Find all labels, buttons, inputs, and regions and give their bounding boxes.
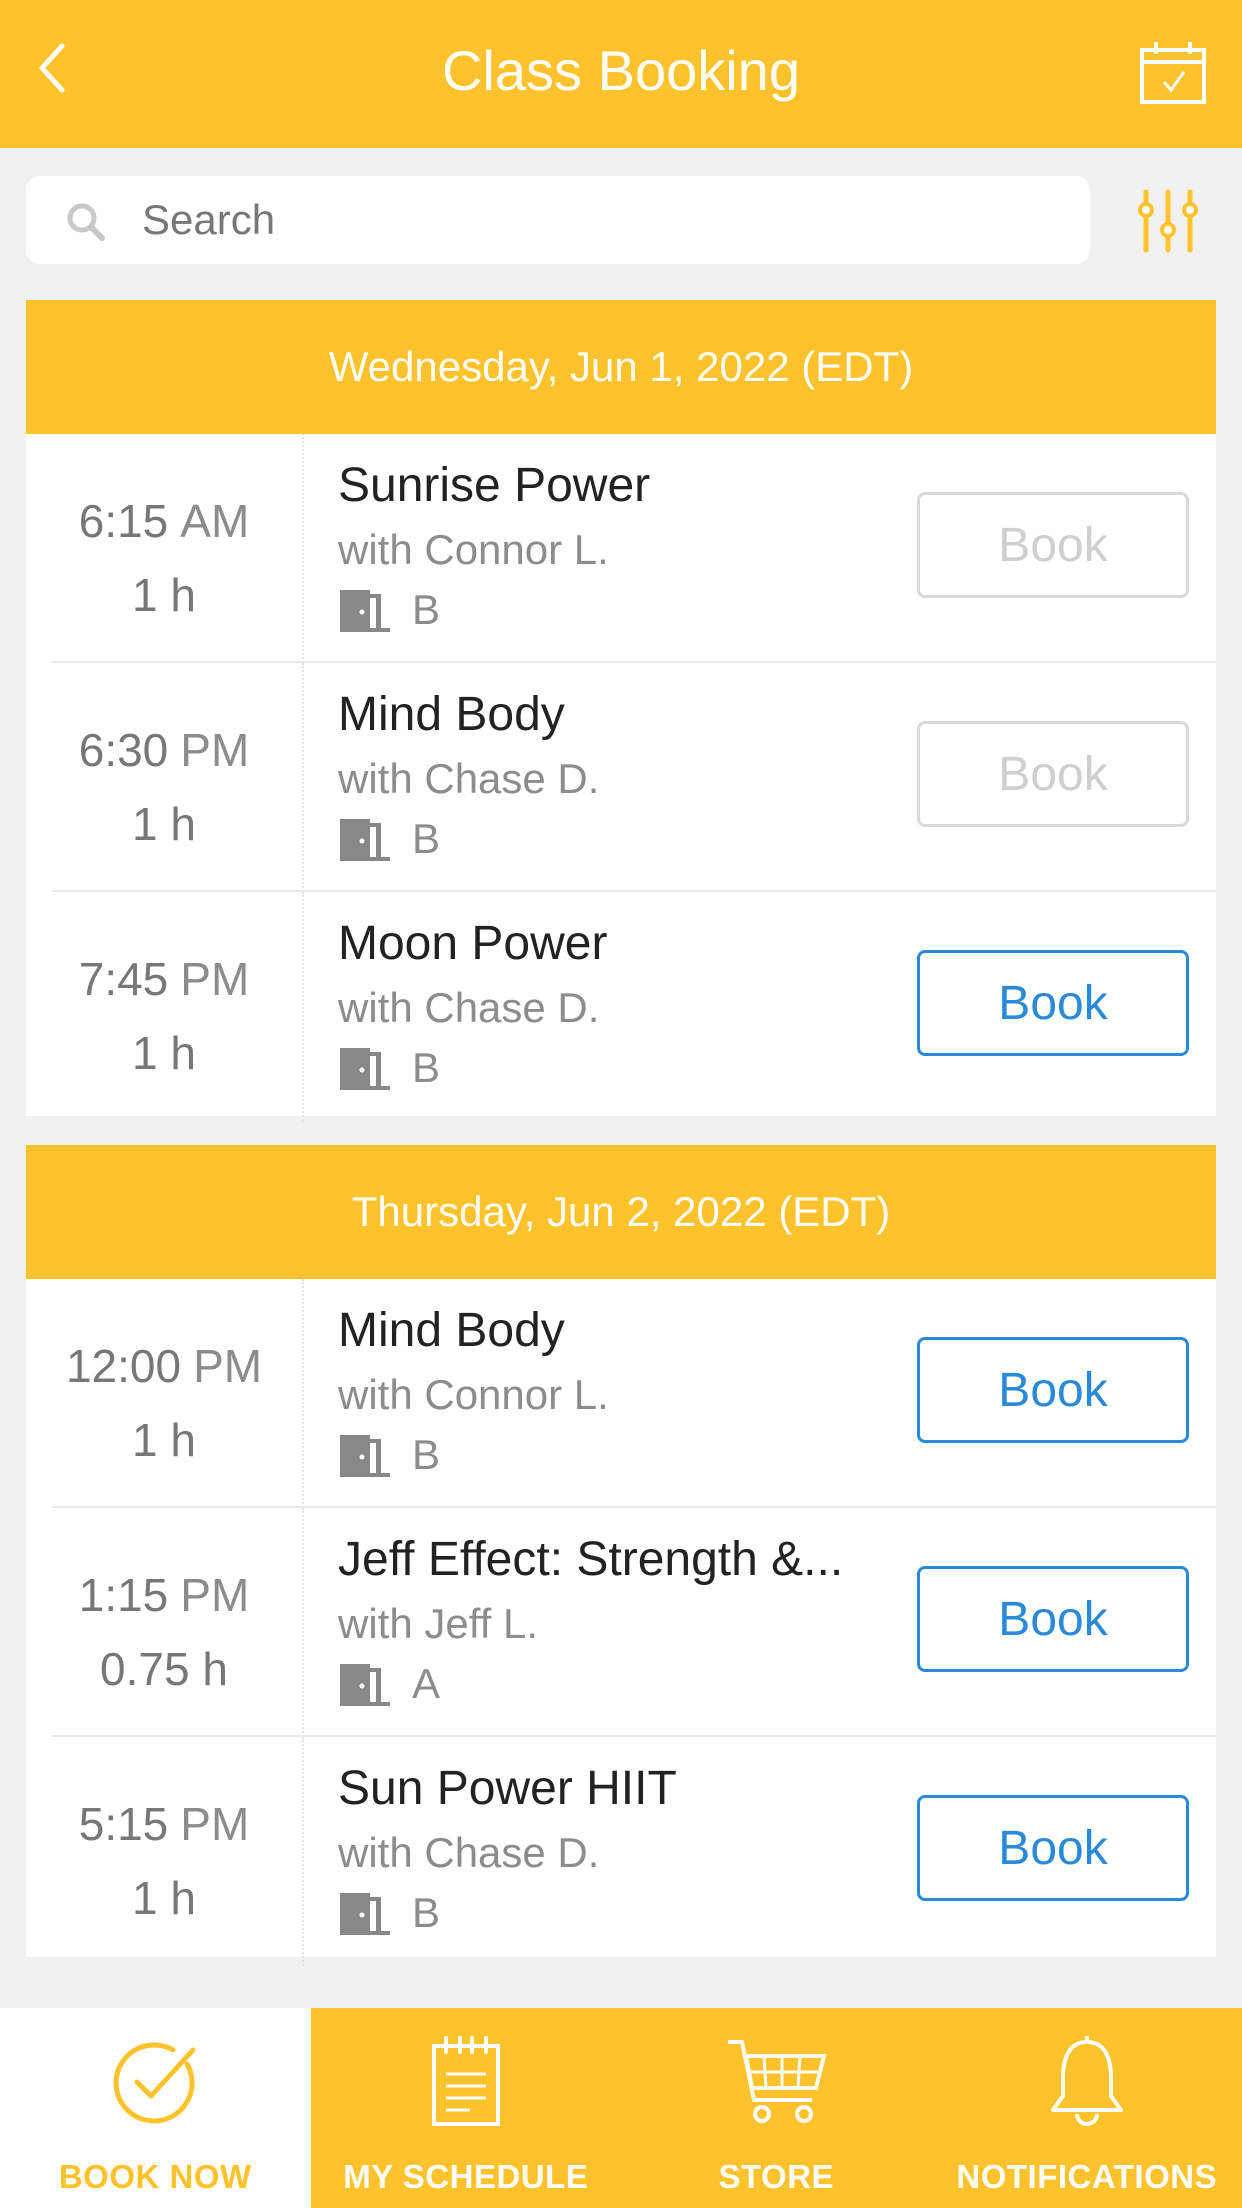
calendar-button[interactable] — [1138, 38, 1208, 108]
class-time: 5:15 PM 1 h — [26, 1787, 302, 1935]
class-time: 7:45 PM 1 h — [26, 942, 302, 1090]
instructor: with Chase D. — [338, 755, 600, 802]
class-row[interactable]: 6:15 AM 1 h Sunrise Power with Connor L. … — [26, 434, 1216, 663]
bottom-tab-bar: BOOK NOW MY SCHEDULE STORE NOTIFICATIONS — [0, 2008, 1242, 2208]
room-label: B — [412, 815, 441, 862]
divider — [302, 1737, 304, 1966]
class-name: Sunrise Power — [338, 459, 651, 512]
book-button[interactable]: Book — [917, 950, 1189, 1056]
room-label: B — [412, 1431, 441, 1478]
class-name: Sun Power HIIT — [338, 1762, 677, 1815]
instructor: with Chase D. — [338, 1829, 600, 1876]
search-bar — [26, 176, 1090, 264]
tab-book-now[interactable]: BOOK NOW — [0, 2008, 311, 2208]
start-time: 7:45 — [78, 953, 169, 1005]
calendar-check-icon — [1140, 42, 1206, 104]
room-label: B — [412, 1044, 441, 1091]
start-time: 6:30 — [78, 724, 169, 776]
tab-my-schedule[interactable]: MY SCHEDULE — [311, 2008, 622, 2208]
class-row[interactable]: 1:15 PM 0.75 h Jeff Effect: Strength &...… — [26, 1508, 1216, 1737]
start-time: 5:15 — [78, 1798, 169, 1850]
start-time: 12:00 — [65, 1340, 182, 1392]
class-row[interactable]: 7:45 PM 1 h Moon Power with Chase D. B Bo… — [26, 892, 1216, 1121]
am-pm: PM — [180, 1798, 250, 1850]
tab-label: BOOK NOW — [58, 2158, 252, 2195]
class-name: Jeff Effect: Strength &... — [338, 1533, 844, 1586]
class-time: 6:30 PM 1 h — [26, 713, 302, 861]
class-time: 12:00 PM 1 h — [26, 1329, 302, 1477]
header-bar: Class Booking — [0, 0, 1242, 148]
divider — [302, 892, 304, 1121]
am-pm: PM — [180, 953, 250, 1005]
room-label: B — [412, 1889, 441, 1936]
class-name: Mind Body — [338, 688, 565, 741]
divider — [302, 1508, 304, 1737]
door-icon — [340, 1048, 390, 1090]
filter-button[interactable] — [1136, 188, 1200, 254]
door-icon — [340, 819, 390, 861]
book-button[interactable]: Book — [917, 1795, 1189, 1901]
instructor: with Jeff L. — [338, 1600, 538, 1647]
schedule-icon — [431, 2036, 500, 2126]
day-section: Wednesday, Jun 1, 2022 (EDT) 6:15 AM 1 h … — [26, 300, 1216, 1121]
check-circle-icon — [113, 2042, 196, 2124]
duration: 1 h — [132, 1027, 196, 1079]
date-header: Wednesday, Jun 1, 2022 (EDT) — [26, 300, 1216, 434]
door-icon — [340, 1664, 390, 1706]
book-button[interactable]: Book — [917, 1566, 1189, 1672]
divider — [302, 663, 304, 892]
tab-label: MY SCHEDULE — [343, 2158, 589, 2195]
duration: 1 h — [132, 1872, 196, 1924]
class-time: 6:15 AM 1 h — [26, 484, 302, 632]
instructor: with Connor L. — [338, 1371, 609, 1418]
duration: 1 h — [132, 1414, 196, 1466]
book-button[interactable]: Book — [917, 1337, 1189, 1443]
am-pm: AM — [180, 495, 250, 547]
tab-store[interactable]: STORE — [621, 2008, 932, 2208]
class-row[interactable]: 5:15 PM 1 h Sun Power HIIT with Chase D. … — [26, 1737, 1216, 1966]
search-input[interactable] — [142, 176, 1062, 264]
bell-icon — [1050, 2036, 1123, 2126]
class-row[interactable]: 12:00 PM 1 h Mind Body with Connor L. B B… — [26, 1279, 1216, 1508]
search-icon — [67, 203, 105, 241]
class-name: Mind Body — [338, 1304, 565, 1357]
cart-icon — [728, 2040, 827, 2123]
date-header: Thursday, Jun 2, 2022 (EDT) — [26, 1145, 1216, 1279]
page-title: Class Booking — [442, 39, 800, 102]
divider — [302, 434, 304, 663]
class-time: 1:15 PM 0.75 h — [26, 1558, 302, 1706]
door-icon — [340, 1893, 390, 1935]
am-pm: PM — [180, 1569, 250, 1621]
am-pm: PM — [180, 724, 250, 776]
tab-label: STORE — [718, 2158, 835, 2195]
book-button[interactable]: Book — [917, 492, 1189, 598]
door-icon — [340, 1435, 390, 1477]
class-row[interactable]: 6:30 PM 1 h Mind Body with Chase D. B Boo… — [26, 663, 1216, 892]
divider — [302, 1279, 304, 1508]
tab-notifications[interactable]: NOTIFICATIONS — [932, 2008, 1242, 2208]
room-label: B — [412, 586, 441, 633]
instructor: with Chase D. — [338, 984, 600, 1031]
instructor: with Connor L. — [338, 526, 609, 573]
day-section: Thursday, Jun 2, 2022 (EDT) 12:00 PM 1 h … — [26, 1145, 1216, 1966]
am-pm: PM — [193, 1340, 263, 1392]
book-button[interactable]: Book — [917, 721, 1189, 827]
start-time: 6:15 — [78, 495, 169, 547]
room-label: A — [412, 1660, 441, 1707]
class-name: Moon Power — [338, 917, 608, 970]
duration: 1 h — [132, 569, 196, 621]
sliders-icon — [1138, 189, 1198, 253]
duration: 1 h — [132, 798, 196, 850]
tab-label: NOTIFICATIONS — [956, 2158, 1218, 2195]
door-icon — [340, 590, 390, 632]
start-time: 1:15 — [78, 1569, 169, 1621]
duration: 0.75 h — [100, 1643, 228, 1695]
